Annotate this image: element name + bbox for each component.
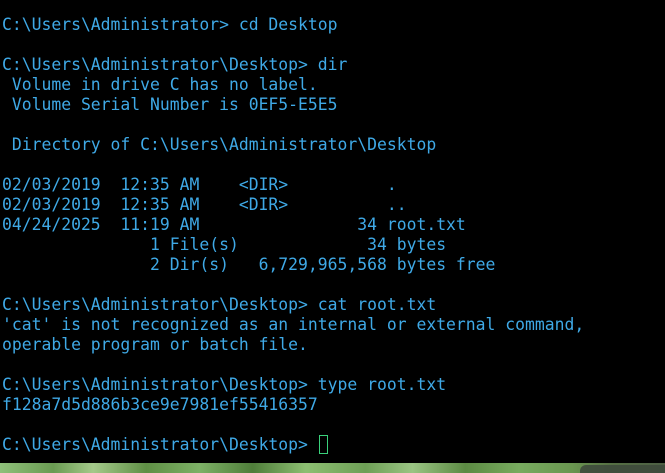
dir-entry-root-txt: 04/24/2025 11:19 AM 34 root.txt — [2, 215, 466, 234]
root-txt-content: f128a7d5d886b3ce9e7981ef55416357 — [2, 395, 318, 414]
dirs-summary-line: 2 Dir(s) 6,729,965,568 bytes free — [2, 255, 496, 274]
command-line-cat: C:\Users\Administrator\Desktop> cat root… — [2, 295, 437, 314]
terminal-window[interactable]: C:\Users\Administrator> cd Desktop C:\Us… — [0, 0, 665, 463]
volume-serial-line: Volume Serial Number is 0EF5-E5E5 — [2, 95, 338, 114]
directory-of-line: Directory of C:\Users\Administrator\Desk… — [2, 135, 437, 154]
prompt-text: C:\Users\Administrator\Desktop> — [2, 435, 318, 454]
error-line-1: 'cat' is not recognized as an internal o… — [2, 315, 585, 334]
command-line-dir: C:\Users\Administrator\Desktop> dir — [2, 55, 348, 74]
cursor-icon[interactable] — [318, 435, 328, 454]
dir-entry-parent: 02/03/2019 12:35 AM <DIR> .. — [2, 195, 407, 214]
error-line-2: operable program or batch file. — [2, 335, 308, 354]
command-line-cd: C:\Users\Administrator> cd Desktop — [2, 15, 338, 34]
dir-entry-current: 02/03/2019 12:35 AM <DIR> . — [2, 175, 397, 194]
command-line-type: C:\Users\Administrator\Desktop> type roo… — [2, 375, 447, 394]
active-prompt-line[interactable]: C:\Users\Administrator\Desktop> — [2, 435, 328, 455]
volume-label-line: Volume in drive C has no label. — [2, 75, 318, 94]
desktop-wallpaper-strip — [0, 463, 665, 473]
files-summary-line: 1 File(s) 34 bytes — [2, 235, 447, 254]
